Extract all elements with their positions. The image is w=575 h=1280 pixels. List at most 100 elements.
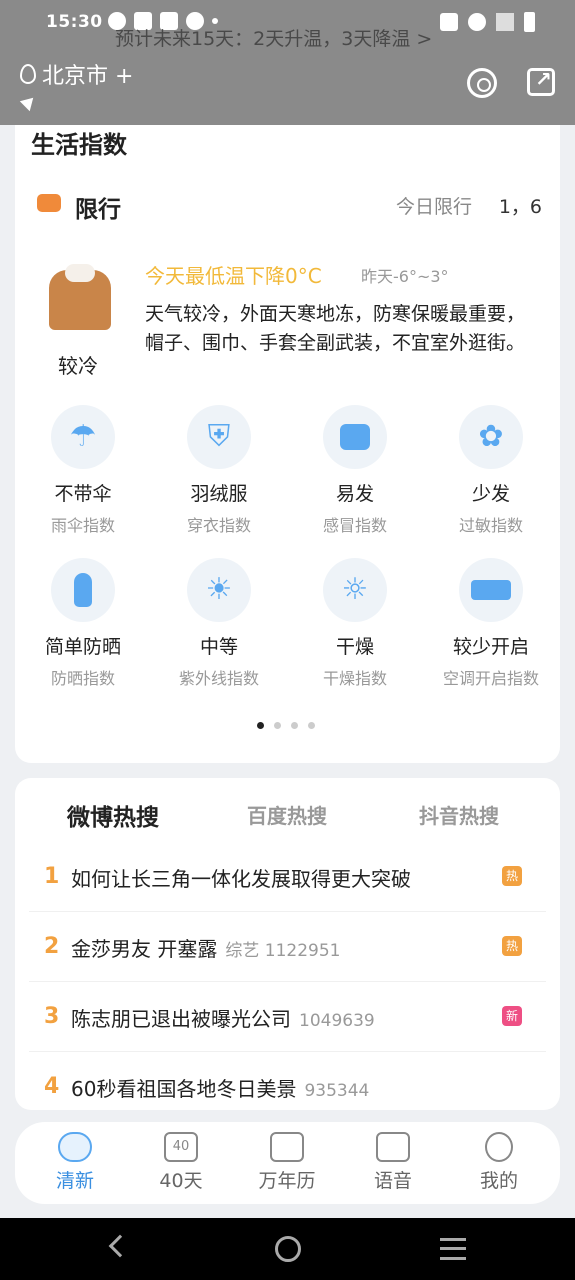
index-name: 干燥指数 <box>322 669 387 688</box>
index-item-sunscreen[interactable]: 简单防晒 防晒指数 <box>15 558 151 689</box>
nav-label: 万年历 <box>258 1170 316 1192</box>
hot-title-text: 如何让长三角一体化发展取得更大突破 <box>71 867 411 891</box>
index-item-clothing[interactable]: ⛨ 羽绒服 穿衣指数 <box>151 405 287 536</box>
index-value: 简单防晒 <box>44 636 121 658</box>
limit-sub: 今日限行 <box>395 196 472 218</box>
limit-numbers: 1，6 <box>498 196 542 218</box>
index-item-uv[interactable]: ☀ 中等 紫外线指数 <box>151 558 287 689</box>
forty-days-icon: 40 <box>164 1132 198 1162</box>
page-dot <box>308 722 315 729</box>
page-indicator <box>257 722 315 729</box>
location-arrow-icon <box>19 92 39 112</box>
section-title: 生活指数 <box>31 125 127 162</box>
forecast-marquee[interactable]: 预计未来15天：2天升温，3天降温 > <box>115 24 432 51</box>
tab-douyin[interactable]: 抖音热搜 <box>419 800 499 829</box>
hot-row[interactable]: 4 60秒看祖国各地冬日美景 935344 <box>29 1052 546 1110</box>
index-value: 干燥 <box>335 636 374 658</box>
signal-icon <box>496 13 514 31</box>
hot-meta: 1049639 <box>299 1011 375 1031</box>
city-selector[interactable]: 北京市 + <box>20 58 133 90</box>
nav-label: 40天 <box>159 1170 203 1192</box>
nav-label: 我的 <box>479 1170 518 1192</box>
index-value: 不带伞 <box>54 483 112 505</box>
sun-icon: ☀ <box>205 572 233 607</box>
hot-title: 60秒看祖国各地冬日美景 935344 <box>71 1073 369 1102</box>
hot-meta: 综艺 1122951 <box>225 941 341 961</box>
hot-row[interactable]: 3 陈志朋已退出被曝光公司 1049639 新 <box>29 982 546 1052</box>
back-icon[interactable] <box>108 1234 132 1258</box>
location-pin-icon <box>20 64 36 84</box>
new-badge: 新 <box>502 1006 522 1026</box>
index-name: 防晒指数 <box>50 669 115 688</box>
weather-cloud-icon <box>58 1132 92 1162</box>
nav-40days[interactable]: 40 40天 <box>131 1132 231 1193</box>
page-dot-active <box>257 722 264 729</box>
down-jacket-illustration-icon <box>49 264 111 330</box>
index-value: 较少开启 <box>452 636 529 658</box>
down-jacket-icon: ⛨ <box>207 419 231 454</box>
city-name: 北京市 + <box>42 64 134 89</box>
index-value: 羽绒服 <box>190 483 248 505</box>
menu-icon[interactable] <box>440 1238 466 1260</box>
index-name: 过敏指数 <box>458 516 523 535</box>
index-name: 紫外线指数 <box>178 669 259 688</box>
calendar-icon <box>270 1132 304 1162</box>
index-value: 中等 <box>199 636 238 658</box>
nav-voice[interactable]: 语音 <box>343 1132 443 1193</box>
dressing-advice: 天气较冷，外面天寒地冻，防寒保暖最重要，帽子、围巾、手套全副武装，不宜室外逛街。 <box>145 303 526 354</box>
index-name: 穿衣指数 <box>186 516 251 535</box>
index-item-allergy[interactable]: ✿ 少发 过敏指数 <box>423 405 559 536</box>
index-item-umbrella[interactable]: ☂ 不带伞 雨伞指数 <box>15 405 151 536</box>
hot-rank: 1 <box>44 864 60 889</box>
share-icon[interactable] <box>527 67 555 96</box>
index-name: 雨伞指数 <box>50 516 115 535</box>
hot-rank: 4 <box>44 1074 60 1099</box>
hot-row[interactable]: 1 如何让长三角一体化发展取得更大突破 热 <box>29 842 546 912</box>
hot-badge: 热 <box>502 866 522 886</box>
nav-profile[interactable]: 我的 <box>449 1132 549 1193</box>
temp-note: 今天最低温下降0°C <box>145 264 322 288</box>
cold-level: 较冷 <box>58 354 98 378</box>
hot-title-text: 金莎男友 开塞露 <box>71 937 218 961</box>
yesterday-temp: 昨天-6°~3° <box>361 267 449 286</box>
nav-fresh[interactable]: 清新 <box>25 1132 125 1193</box>
hot-rank: 2 <box>44 934 60 959</box>
page-dot <box>274 722 281 729</box>
nav-label: 清新 <box>55 1170 94 1192</box>
index-item-ac[interactable]: 较少开启 空调开启指数 <box>423 558 559 689</box>
hot-title: 金莎男友 开塞露 综艺 1122951 <box>71 933 340 962</box>
battery-icon <box>524 12 535 32</box>
tab-baidu[interactable]: 百度热搜 <box>247 800 327 829</box>
flower-icon: ✿ <box>478 419 504 454</box>
settings-gear-icon[interactable] <box>467 68 497 98</box>
index-item-cold[interactable]: 易发 感冒指数 <box>287 405 423 536</box>
profile-icon <box>485 1132 513 1162</box>
life-index-card: 生活指数 限行 今日限行 1，6 较冷 今天最低温下降0°C 昨天-6°~3° … <box>15 105 560 763</box>
sun-cloud-icon: ☼ <box>341 572 369 607</box>
hot-badge: 热 <box>502 936 522 956</box>
wifi-icon <box>468 13 486 31</box>
hot-list: 1 如何让长三角一体化发展取得更大突破 热 2 金莎男友 开塞露 综艺 11229… <box>15 842 560 1110</box>
hot-tabs: 微博热搜 百度热搜 抖音热搜 <box>15 798 560 832</box>
limit-label: 限行 <box>75 197 121 223</box>
hot-title: 如何让长三角一体化发展取得更大突破 <box>71 863 419 892</box>
hot-row[interactable]: 2 金莎男友 开塞露 综艺 1122951 热 <box>29 912 546 982</box>
air-conditioner-icon <box>471 580 511 600</box>
home-icon[interactable] <box>275 1236 301 1262</box>
bottom-nav: 清新 40 40天 万年历 语音 我的 <box>15 1122 560 1204</box>
nav-calendar[interactable]: 万年历 <box>237 1132 337 1193</box>
traffic-limit-row[interactable]: 限行 今日限行 1，6 <box>37 190 542 223</box>
vibrate-icon <box>440 13 458 31</box>
hot-meta: 935344 <box>304 1081 370 1101</box>
system-icons <box>440 12 535 32</box>
header-overlay: 15:30 预计未来15天：2天升温，3天降温 > 北京市 + <box>0 0 575 125</box>
hot-title-text: 60秒看祖国各地冬日美景 <box>71 1077 297 1101</box>
index-value: 易发 <box>335 483 374 505</box>
index-item-dryness[interactable]: ☼ 干燥 干燥指数 <box>287 558 423 689</box>
page-dot <box>291 722 298 729</box>
medical-kit-icon <box>340 424 370 450</box>
speaker-icon <box>376 1132 410 1162</box>
sunscreen-icon <box>74 573 92 607</box>
tab-weibo[interactable]: 微博热搜 <box>67 798 159 832</box>
index-value: 少发 <box>471 483 510 505</box>
